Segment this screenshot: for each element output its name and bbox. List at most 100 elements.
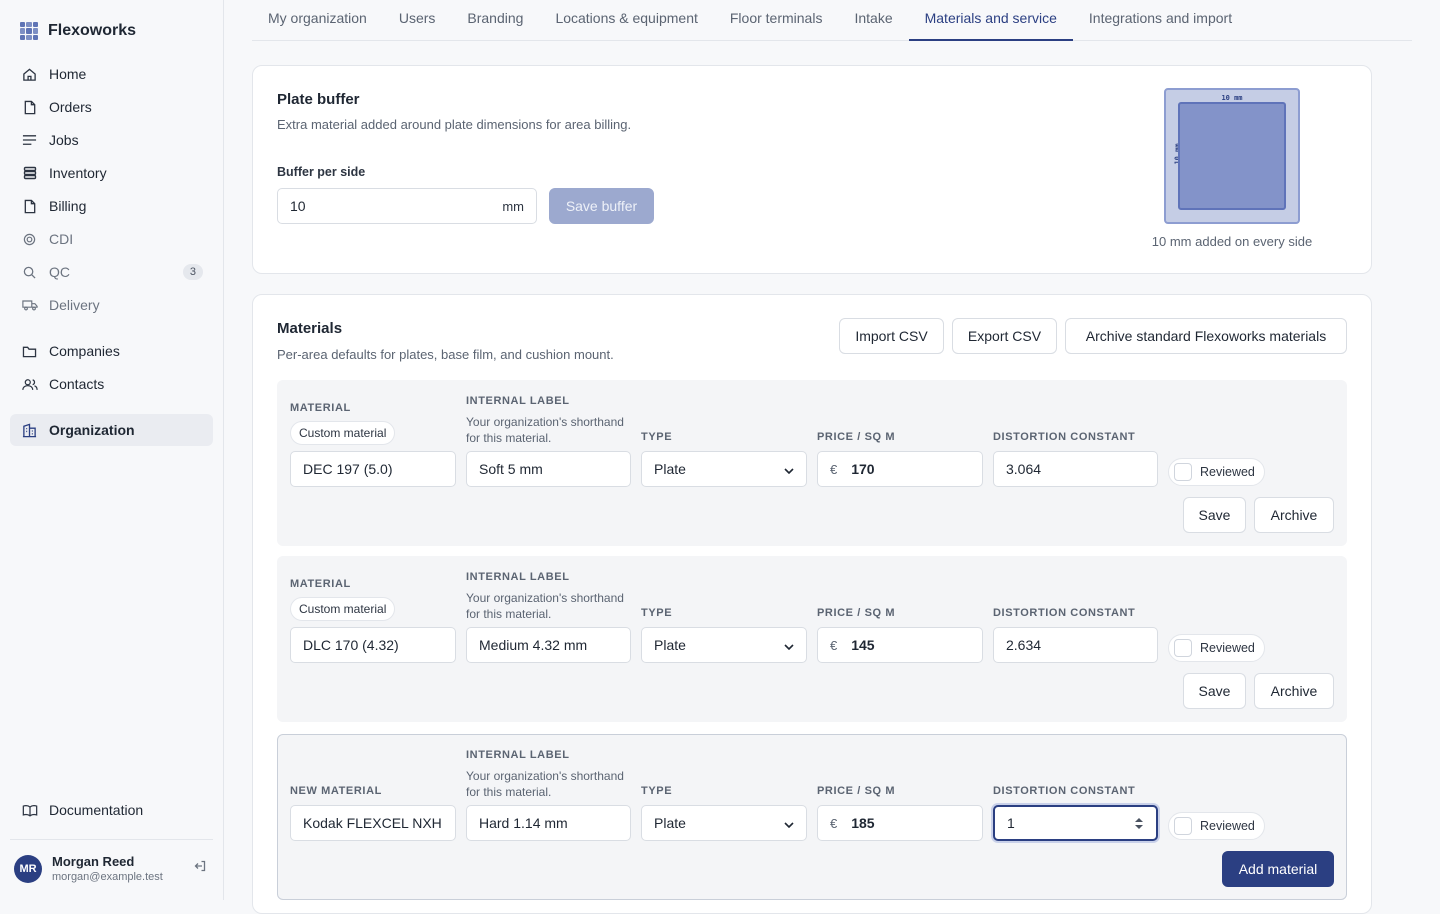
price-input[interactable]: € 170 [817, 451, 983, 487]
distortion-header: Distortion constant [993, 607, 1136, 619]
reviewed-label: Reviewed [1200, 641, 1255, 655]
archive-standard-materials-button[interactable]: Archive standard Flexoworks materials [1065, 318, 1347, 354]
sidebar-item-companies[interactable]: Companies [10, 335, 213, 367]
sidebar-item-contacts[interactable]: Contacts [10, 368, 213, 400]
export-csv-button[interactable]: Export CSV [952, 318, 1057, 354]
internal-label-hint: Your organization's shorthand for this m… [466, 591, 624, 621]
checkbox-box [1174, 639, 1192, 657]
sidebar-item-inventory[interactable]: Inventory [10, 157, 213, 189]
archive-button[interactable]: Archive [1254, 497, 1334, 533]
brand[interactable]: Flexoworks [20, 22, 136, 40]
sidebar-item-label: Organization [49, 422, 135, 438]
truck-icon [20, 296, 39, 315]
new-price-input[interactable]: € 185 [817, 805, 983, 841]
avatar: MR [14, 854, 42, 883]
buffer-input[interactable]: 10 mm [277, 188, 537, 224]
type-select[interactable]: Plate [641, 451, 807, 487]
tab-locations-equipment[interactable]: Locations & equipment [539, 0, 713, 38]
type-header: Type [641, 785, 673, 797]
import-csv-button[interactable]: Import CSV [839, 318, 944, 354]
internal-label-input[interactable]: Medium 4.32 mm [466, 627, 631, 663]
type-value: Plate [654, 637, 686, 653]
logout-icon[interactable] [193, 859, 207, 878]
chevron-down-icon [784, 815, 794, 831]
distortion-input[interactable]: 2.634 [993, 627, 1158, 663]
material-name-input[interactable]: DEC 197 (5.0) [290, 451, 456, 487]
sidebar-item-organization[interactable]: Organization [10, 414, 213, 446]
sidebar-item-documentation[interactable]: Documentation [10, 794, 213, 826]
users-icon [20, 375, 39, 394]
sidebar-item-orders[interactable]: Orders [10, 91, 213, 123]
save-button[interactable]: Save [1183, 673, 1246, 709]
materials-title: Materials [277, 320, 343, 337]
reviewed-checkbox[interactable]: Reviewed [1168, 812, 1265, 840]
stack-icon [20, 164, 39, 183]
reviewed-checkbox[interactable]: Reviewed [1168, 634, 1265, 662]
distortion-header: Distortion constant [993, 431, 1136, 443]
type-header: Type [641, 607, 673, 619]
type-select[interactable]: Plate [641, 627, 807, 663]
tab-materials-and-service[interactable]: Materials and service [908, 0, 1074, 41]
document-icon [20, 197, 39, 216]
sidebar-item-label: Inventory [49, 165, 107, 181]
archive-button[interactable]: Archive [1254, 673, 1334, 709]
materials-subtitle: Per-area defaults for plates, base film,… [277, 347, 614, 362]
save-button[interactable]: Save [1183, 497, 1246, 533]
materials-card: Materials Per-area defaults for plates, … [252, 294, 1372, 914]
tab-intake[interactable]: Intake [838, 0, 908, 38]
plate-buffer-card: Plate buffer Extra material added around… [252, 65, 1372, 274]
user-name: Morgan Reed [52, 854, 135, 869]
buffer-value: 10 [290, 198, 306, 214]
new-internal-label-input[interactable]: Hard 1.14 mm [466, 805, 631, 841]
distortion-input[interactable]: 3.064 [993, 451, 1158, 487]
plate-buffer-title: Plate buffer [277, 91, 360, 108]
material-row: Material Custom material DLC 170 (4.32) … [277, 556, 1347, 722]
new-type-select[interactable]: Plate [641, 805, 807, 841]
price-header: Price / sq m [817, 785, 896, 797]
list-icon [20, 131, 39, 150]
add-material-button[interactable]: Add material [1222, 851, 1334, 887]
folder-icon [20, 342, 39, 361]
sidebar-item-label: Delivery [49, 297, 100, 313]
sidebar-item-label: CDI [49, 231, 74, 247]
price-value: 145 [851, 637, 875, 653]
internal-label-input[interactable]: Soft 5 mm [466, 451, 631, 487]
tab-floor-terminals[interactable]: Floor terminals [714, 0, 839, 38]
currency-symbol: € [830, 637, 838, 653]
tab-integrations-and-import[interactable]: Integrations and import [1073, 0, 1248, 38]
search-icon [20, 263, 39, 282]
material-row: Material Custom material DEC 197 (5.0) I… [277, 380, 1347, 546]
sidebar-item-billing[interactable]: Billing [10, 190, 213, 222]
chevron-down-icon [784, 461, 794, 477]
checkbox-box [1174, 817, 1192, 835]
save-buffer-button[interactable]: Save buffer [549, 188, 654, 224]
sidebar-item-home[interactable]: Home [10, 58, 213, 90]
internal-label-header: Internal label [466, 571, 570, 583]
buffer-unit: mm [502, 198, 524, 214]
internal-label-header: Internal label [466, 749, 570, 761]
tab-branding[interactable]: Branding [451, 0, 539, 38]
sidebar-item-qc[interactable]: QC 3 [10, 256, 213, 288]
price-input[interactable]: € 145 [817, 627, 983, 663]
target-icon [20, 230, 39, 249]
new-distortion-input[interactable]: 1 [993, 805, 1158, 841]
type-value: Plate [654, 815, 686, 831]
book-icon [20, 801, 39, 820]
building-icon [20, 421, 39, 440]
tab-my-organization[interactable]: My organization [252, 0, 383, 38]
sidebar-item-jobs[interactable]: Jobs [10, 124, 213, 156]
reviewed-label: Reviewed [1200, 819, 1255, 833]
sidebar-item-label: Documentation [49, 802, 144, 818]
sidebar-item-cdi[interactable]: CDI [10, 223, 213, 255]
material-name-input[interactable]: DLC 170 (4.32) [290, 627, 456, 663]
new-material-name-input[interactable]: Kodak FLEXCEL NXH [290, 805, 456, 841]
sidebar-item-label: Jobs [49, 132, 79, 148]
sidebar-item-delivery[interactable]: Delivery [10, 289, 213, 321]
number-stepper-icon[interactable] [1134, 817, 1144, 830]
material-header: Material [290, 402, 351, 414]
user-profile[interactable]: MR Morgan Reed morgan@example.test [10, 839, 213, 883]
material-header: Material [290, 578, 351, 590]
type-header: Type [641, 431, 673, 443]
tab-users[interactable]: Users [383, 0, 452, 38]
reviewed-checkbox[interactable]: Reviewed [1168, 458, 1265, 486]
